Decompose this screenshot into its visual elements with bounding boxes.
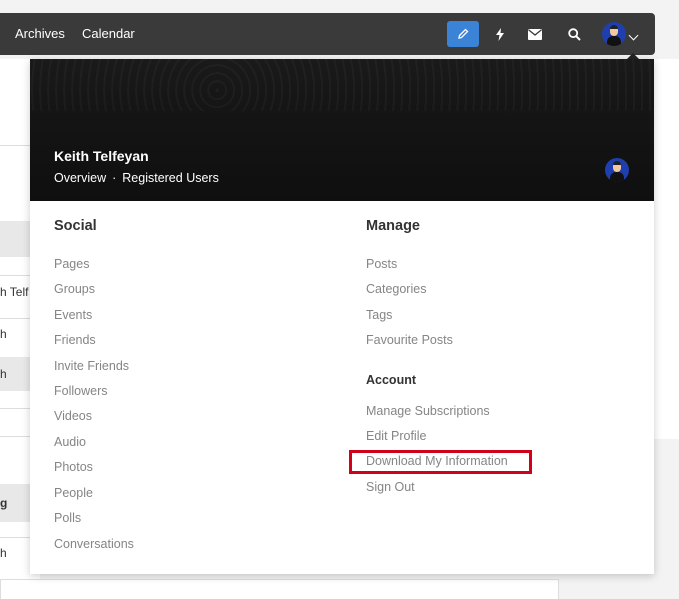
menu-item-manage-subscriptions[interactable]: Manage Subscriptions xyxy=(366,404,490,418)
pencil-icon[interactable] xyxy=(447,21,479,47)
row-text: h Telf xyxy=(0,285,29,299)
profile-link-registered-users[interactable]: Registered Users xyxy=(122,171,219,185)
avatar[interactable] xyxy=(605,158,629,182)
menu-item-conversations[interactable]: Conversations xyxy=(54,537,134,551)
row-text: h xyxy=(0,546,7,560)
section-title-account: Account xyxy=(366,373,416,387)
menu-item-tags[interactable]: Tags xyxy=(366,308,392,322)
nav-link-archives[interactable]: Archives xyxy=(15,13,65,55)
menu-item-audio[interactable]: Audio xyxy=(54,435,86,449)
lightning-icon[interactable] xyxy=(484,21,516,47)
menu-item-sign-out[interactable]: Sign Out xyxy=(366,480,415,494)
menu-item-videos[interactable]: Videos xyxy=(54,409,92,423)
menu-item-followers[interactable]: Followers xyxy=(54,384,108,398)
menu-item-people[interactable]: People xyxy=(54,486,93,500)
row-text: h xyxy=(0,367,7,381)
chevron-down-icon[interactable] xyxy=(628,30,639,41)
menu-item-edit-profile[interactable]: Edit Profile xyxy=(366,429,426,443)
background-panel xyxy=(654,59,679,439)
profile-header: Keith Telfeyan Overview · Registered Users xyxy=(30,59,654,201)
menu-item-events[interactable]: Events xyxy=(54,308,92,322)
menu-item-favourite-posts[interactable]: Favourite Posts xyxy=(366,333,453,347)
menu-item-groups[interactable]: Groups xyxy=(54,282,95,296)
menu-item-friends[interactable]: Friends xyxy=(54,333,96,347)
separator: · xyxy=(112,171,117,185)
nav-link-calendar[interactable]: Calendar xyxy=(82,13,135,55)
profile-links: Overview · Registered Users xyxy=(54,171,219,185)
search-icon[interactable] xyxy=(558,21,590,47)
row-text: g xyxy=(0,496,8,510)
highlight-box xyxy=(349,450,532,474)
cover-texture xyxy=(30,59,654,111)
section-title-manage: Manage xyxy=(366,218,420,234)
avatar[interactable] xyxy=(602,22,626,46)
menu-item-pages[interactable]: Pages xyxy=(54,257,89,271)
profile-name[interactable]: Keith Telfeyan xyxy=(54,148,149,164)
top-navbar: Archives Calendar xyxy=(0,13,655,55)
menu-item-categories[interactable]: Categories xyxy=(366,282,426,296)
menu-item-photos[interactable]: Photos xyxy=(54,460,93,474)
menu-item-posts[interactable]: Posts xyxy=(366,257,397,271)
section-title-social: Social xyxy=(54,218,97,234)
background-input xyxy=(0,579,559,599)
menu-item-polls[interactable]: Polls xyxy=(54,511,81,525)
profile-link-overview[interactable]: Overview xyxy=(54,171,106,185)
envelope-icon[interactable] xyxy=(519,21,551,47)
user-dropdown-menu: Keith Telfeyan Overview · Registered Users… xyxy=(30,53,654,574)
row-text: h xyxy=(0,327,7,341)
menu-item-invite-friends[interactable]: Invite Friends xyxy=(54,359,129,373)
